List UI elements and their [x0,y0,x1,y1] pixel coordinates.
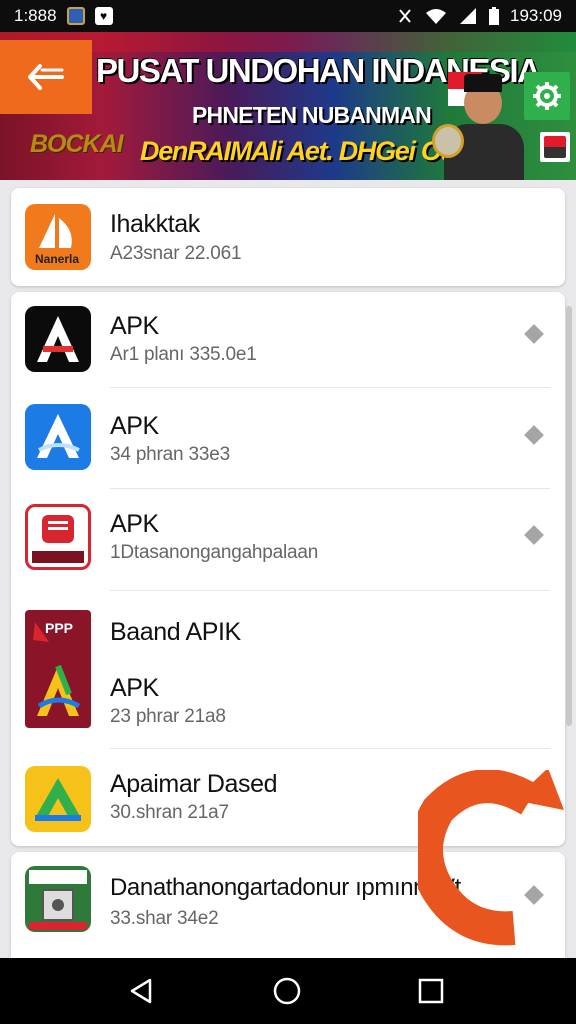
item-subtitle: 34 phran 33e3 [110,444,230,465]
refresh-icon [409,768,564,946]
app-icon-yellow [25,766,91,832]
system-nav-bar [0,958,576,1024]
gear-icon [533,82,561,110]
header-banner: PUSAT UNDOHAN INDANESIA PHNETEN NUBANMAN… [0,32,576,180]
list-item[interactable]: APK 1Dtasanongangahpalaan [11,488,551,590]
item-subtitle: Ar1 planı 335.0e1 [110,344,257,365]
list-item[interactable]: PPP Baand APIK APK 23 phrar 21a8 [11,590,551,748]
refresh-button[interactable] [409,768,568,946]
banner-person-image [432,72,526,180]
list-item[interactable]: Nanerla Ihakktak A23snar 22.061 [11,188,551,286]
app-icon-blue-a [25,404,91,470]
list-item[interactable]: APK 34 phran 33e3 [11,388,551,488]
app-icon-black-a [25,306,91,372]
chevron-right-icon [524,425,544,445]
featured-card: Nanerla Ihakktak A23snar 22.061 [11,188,565,286]
app-list-card: APK Ar1 planı 335.0e1 APK 34 phran 33e3 … [11,292,565,846]
heart-notification-icon [94,7,113,25]
list-item[interactable]: APK Ar1 planı 335.0e1 [11,292,551,388]
signal-icon [460,8,476,24]
banner-subtitle: PHNETEN NUBANMAN [192,102,432,128]
chevron-right-icon [524,525,544,545]
app-icon-orange: Nanerla [25,204,91,270]
app-icon-red [25,504,91,570]
nav-home-icon[interactable] [272,976,302,1006]
banner-badge-image [540,132,570,162]
nav-recents-icon[interactable] [416,976,446,1006]
status-bar: 1:888 193:09 [0,0,576,32]
item-heading: Baand APIK [110,618,241,646]
settings-button[interactable] [524,72,570,120]
chevron-right-icon [524,324,544,344]
nav-back-icon[interactable] [126,976,156,1006]
item-title: Apaimar Dased [110,770,278,798]
wifi-icon [426,9,446,24]
item-subtitle: 23 phrar 21a8 [110,706,226,727]
item-subtitle: 1Dtasanongangahpalaan [110,542,319,563]
item-title: Danathanongartadonur ıpmınm Vt [110,874,461,901]
battery-icon [489,7,499,25]
item-title: APK [110,312,159,340]
item-title: APK [110,412,159,440]
back-button[interactable] [0,40,92,114]
app-icon-label: Nanerla [35,252,80,266]
status-left-text: 1:888 [14,6,57,25]
item-title: APK [110,674,159,702]
vibrate-icon [399,9,411,23]
item-subtitle: 33.shar 34e2 [110,908,219,929]
app-icon-green [25,866,91,932]
item-title: Ihakktak [110,210,200,238]
item-subtitle: A23snar 22.061 [110,243,242,264]
app-notification-icon [66,7,85,25]
clock: 193:09 [510,6,562,25]
banner-left-tag: BOCKAI [30,130,124,158]
item-subtitle: 30.shran 21a7 [110,802,229,823]
scrollbar[interactable] [566,306,572,726]
item-title: APK [110,510,159,538]
app-icon-tall: PPP [25,610,91,728]
back-arrow-icon [28,64,64,90]
